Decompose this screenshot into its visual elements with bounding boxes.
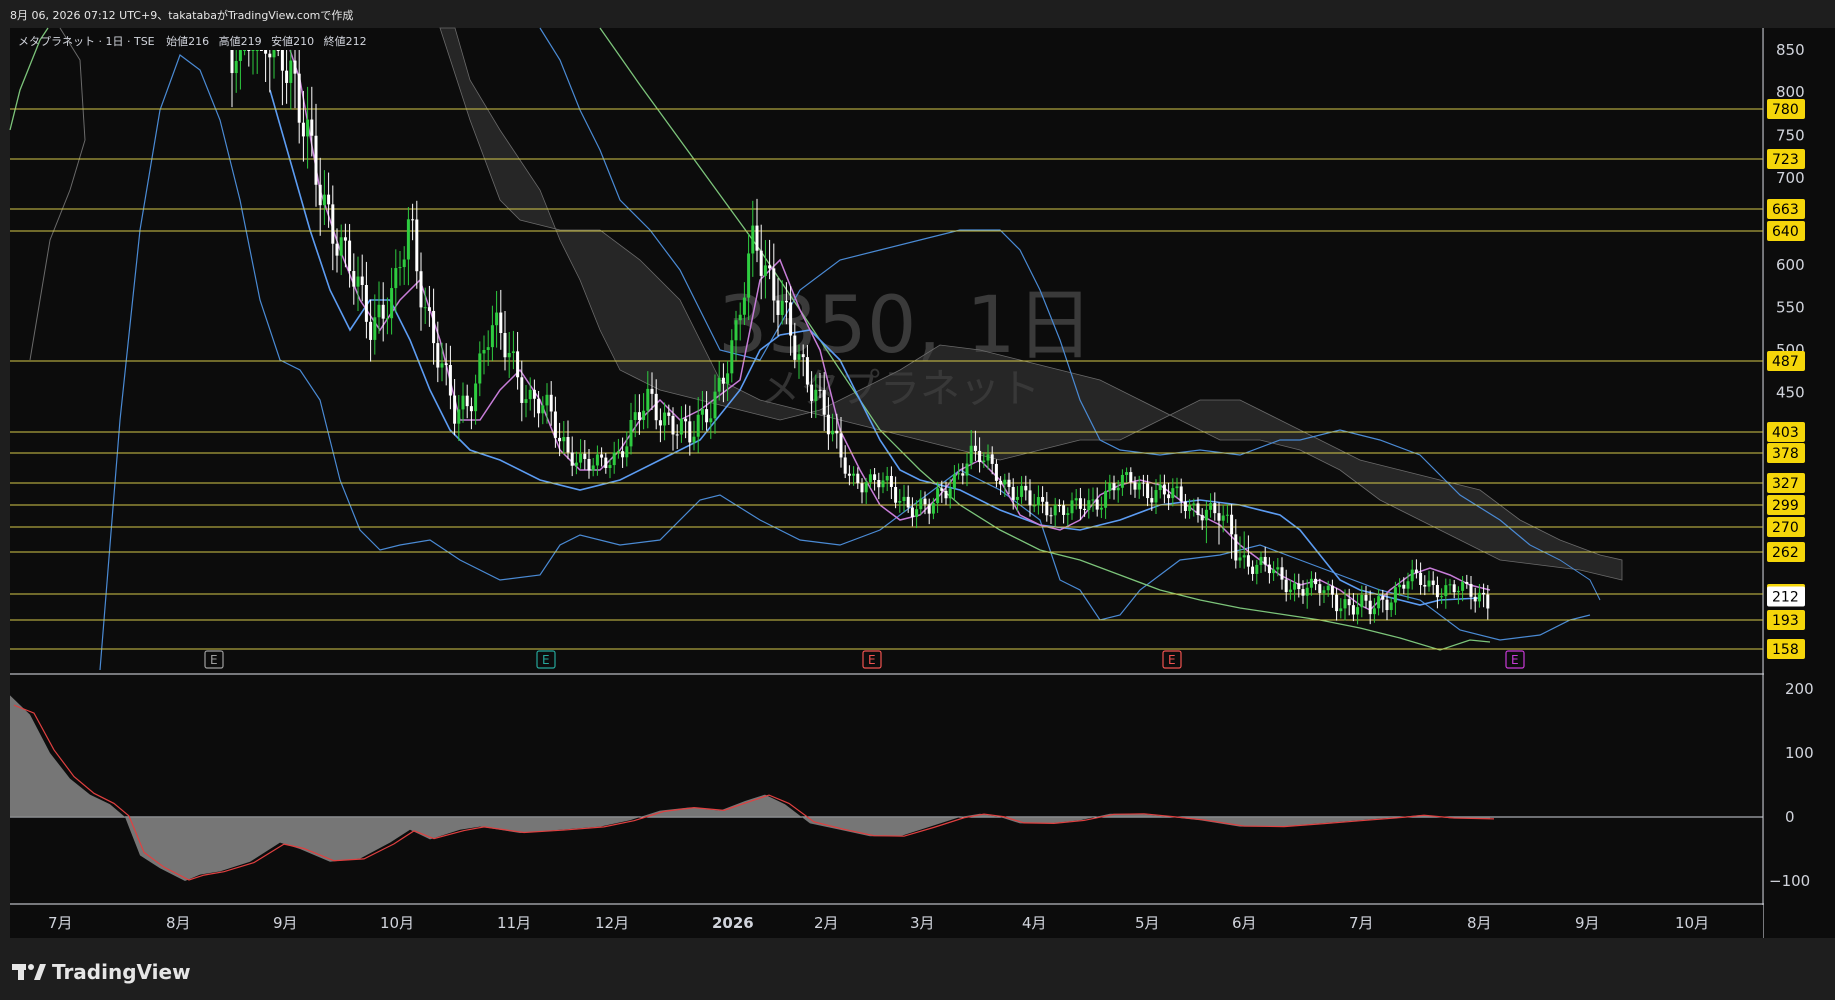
time-axis-label: 12月: [595, 914, 629, 932]
svg-text:メタプラネット · 1日 · TSE 始値216: メタプラネット · 1日 · TSE 始値216 高値219 安値210 終値2…: [18, 34, 367, 48]
oscillator-tick-label: 0: [1785, 808, 1795, 826]
price-tick-label: 750: [1776, 126, 1805, 144]
tradingview-logo-text: TradingView: [52, 960, 191, 984]
time-axis-label: 7月: [48, 914, 73, 932]
time-axis-label: 8月: [166, 914, 191, 932]
level-badge[interactable]: 487: [1767, 351, 1805, 371]
earnings-event-marker[interactable]: E: [862, 650, 882, 669]
price-tick-label: 850: [1776, 41, 1805, 59]
level-badge[interactable]: 158: [1767, 639, 1805, 659]
level-badge-label: 487: [1772, 354, 1799, 370]
time-axis-label: 8月: [1467, 914, 1492, 932]
level-badge-label: 403: [1772, 425, 1799, 441]
legend-close-label: 終値: [324, 34, 346, 48]
oscillator-tick-label: 200: [1785, 680, 1814, 698]
legend-open-value: 216: [188, 35, 209, 48]
level-badge-label: 262: [1772, 545, 1799, 561]
level-badge[interactable]: 403: [1767, 422, 1805, 442]
legend-high-value: 219: [241, 35, 262, 48]
level-badge-label: 299: [1772, 498, 1799, 514]
time-axis-label: 2026: [712, 914, 754, 932]
price-tick-label: 700: [1776, 169, 1805, 187]
price-tick-label: 450: [1776, 383, 1805, 401]
earnings-event-label: E: [1511, 653, 1519, 667]
level-badge-label: 193: [1772, 613, 1799, 629]
time-axis-label: 3月: [910, 914, 935, 932]
legend-close-value: 212: [346, 35, 367, 48]
last-price-label: 212: [1772, 589, 1799, 605]
legend-high-label: 高値: [219, 34, 241, 48]
level-badge[interactable]: 193: [1767, 610, 1805, 630]
tradingview-logo[interactable]: TradingView: [12, 960, 191, 984]
legend-low-value: 210: [293, 35, 314, 48]
time-axis-label: 10月: [380, 914, 414, 932]
oscillator-tick-label: 100: [1785, 744, 1814, 762]
price-tick-label: 800: [1776, 83, 1805, 101]
level-badge-label: 723: [1772, 152, 1799, 168]
time-axis-label: 11月: [497, 914, 531, 932]
level-badge-label: 158: [1772, 642, 1799, 658]
level-badge-label: 663: [1772, 202, 1799, 218]
last-price-badge[interactable]: 212: [1767, 586, 1805, 607]
level-badge-label: 270: [1772, 520, 1799, 536]
level-badge-label: 780: [1772, 102, 1799, 118]
earnings-event-marker[interactable]: E: [204, 650, 224, 669]
level-badge[interactable]: 327: [1767, 473, 1805, 493]
oscillator-pane[interactable]: [10, 675, 1763, 903]
time-axis-label: 4月: [1022, 914, 1047, 932]
time-axis-label: 6月: [1232, 914, 1257, 932]
candle: [259, 50, 263, 51]
price-tick-label: 550: [1776, 298, 1805, 316]
time-axis-label: 7月: [1349, 914, 1374, 932]
level-badge[interactable]: 780: [1767, 99, 1805, 119]
earnings-event-label: E: [868, 653, 876, 667]
level-badge[interactable]: 663: [1767, 199, 1805, 219]
level-badge-label: 378: [1772, 446, 1799, 462]
earnings-event-marker[interactable]: E: [1505, 650, 1525, 669]
legend-open-label: 始値: [166, 34, 188, 48]
footer-bar: TradingView: [0, 940, 1835, 1000]
time-axis-label: 9月: [273, 914, 298, 932]
earnings-event-marker[interactable]: E: [536, 650, 556, 669]
level-badge-label: 327: [1772, 476, 1799, 492]
time-axis-label: 2月: [814, 914, 839, 932]
earnings-event-label: E: [542, 653, 550, 667]
tradingview-logo-icon: [12, 964, 46, 980]
level-badge-label: 640: [1772, 224, 1799, 240]
chart-area[interactable]: 3350, 1日 メタプラネット メタプラネット · 1日 · TSE 始値21…: [0, 0, 1835, 940]
level-badge[interactable]: 378: [1767, 443, 1805, 463]
chart-legend: メタプラネット · 1日 · TSE 始値216 高値219 安値210 終値2…: [18, 34, 367, 48]
legend-low-label: 安値: [271, 34, 293, 48]
price-tick-label: 600: [1776, 256, 1805, 274]
time-axis-label: 9月: [1575, 914, 1600, 932]
earnings-event-label: E: [210, 653, 218, 667]
level-badge[interactable]: 262: [1767, 542, 1805, 562]
time-axis-label: 5月: [1135, 914, 1160, 932]
earnings-event-marker[interactable]: E: [1162, 650, 1182, 669]
level-badge[interactable]: 640: [1767, 221, 1805, 241]
oscillator-tick-label: −100: [1769, 872, 1810, 890]
legend-symbol: メタプラネット · 1日 · TSE: [18, 35, 155, 48]
level-badge[interactable]: 270: [1767, 517, 1805, 537]
level-badge[interactable]: 299: [1767, 495, 1805, 515]
time-axis-label: 10月: [1675, 914, 1709, 932]
level-badge[interactable]: 723: [1767, 149, 1805, 169]
earnings-event-label: E: [1168, 653, 1176, 667]
